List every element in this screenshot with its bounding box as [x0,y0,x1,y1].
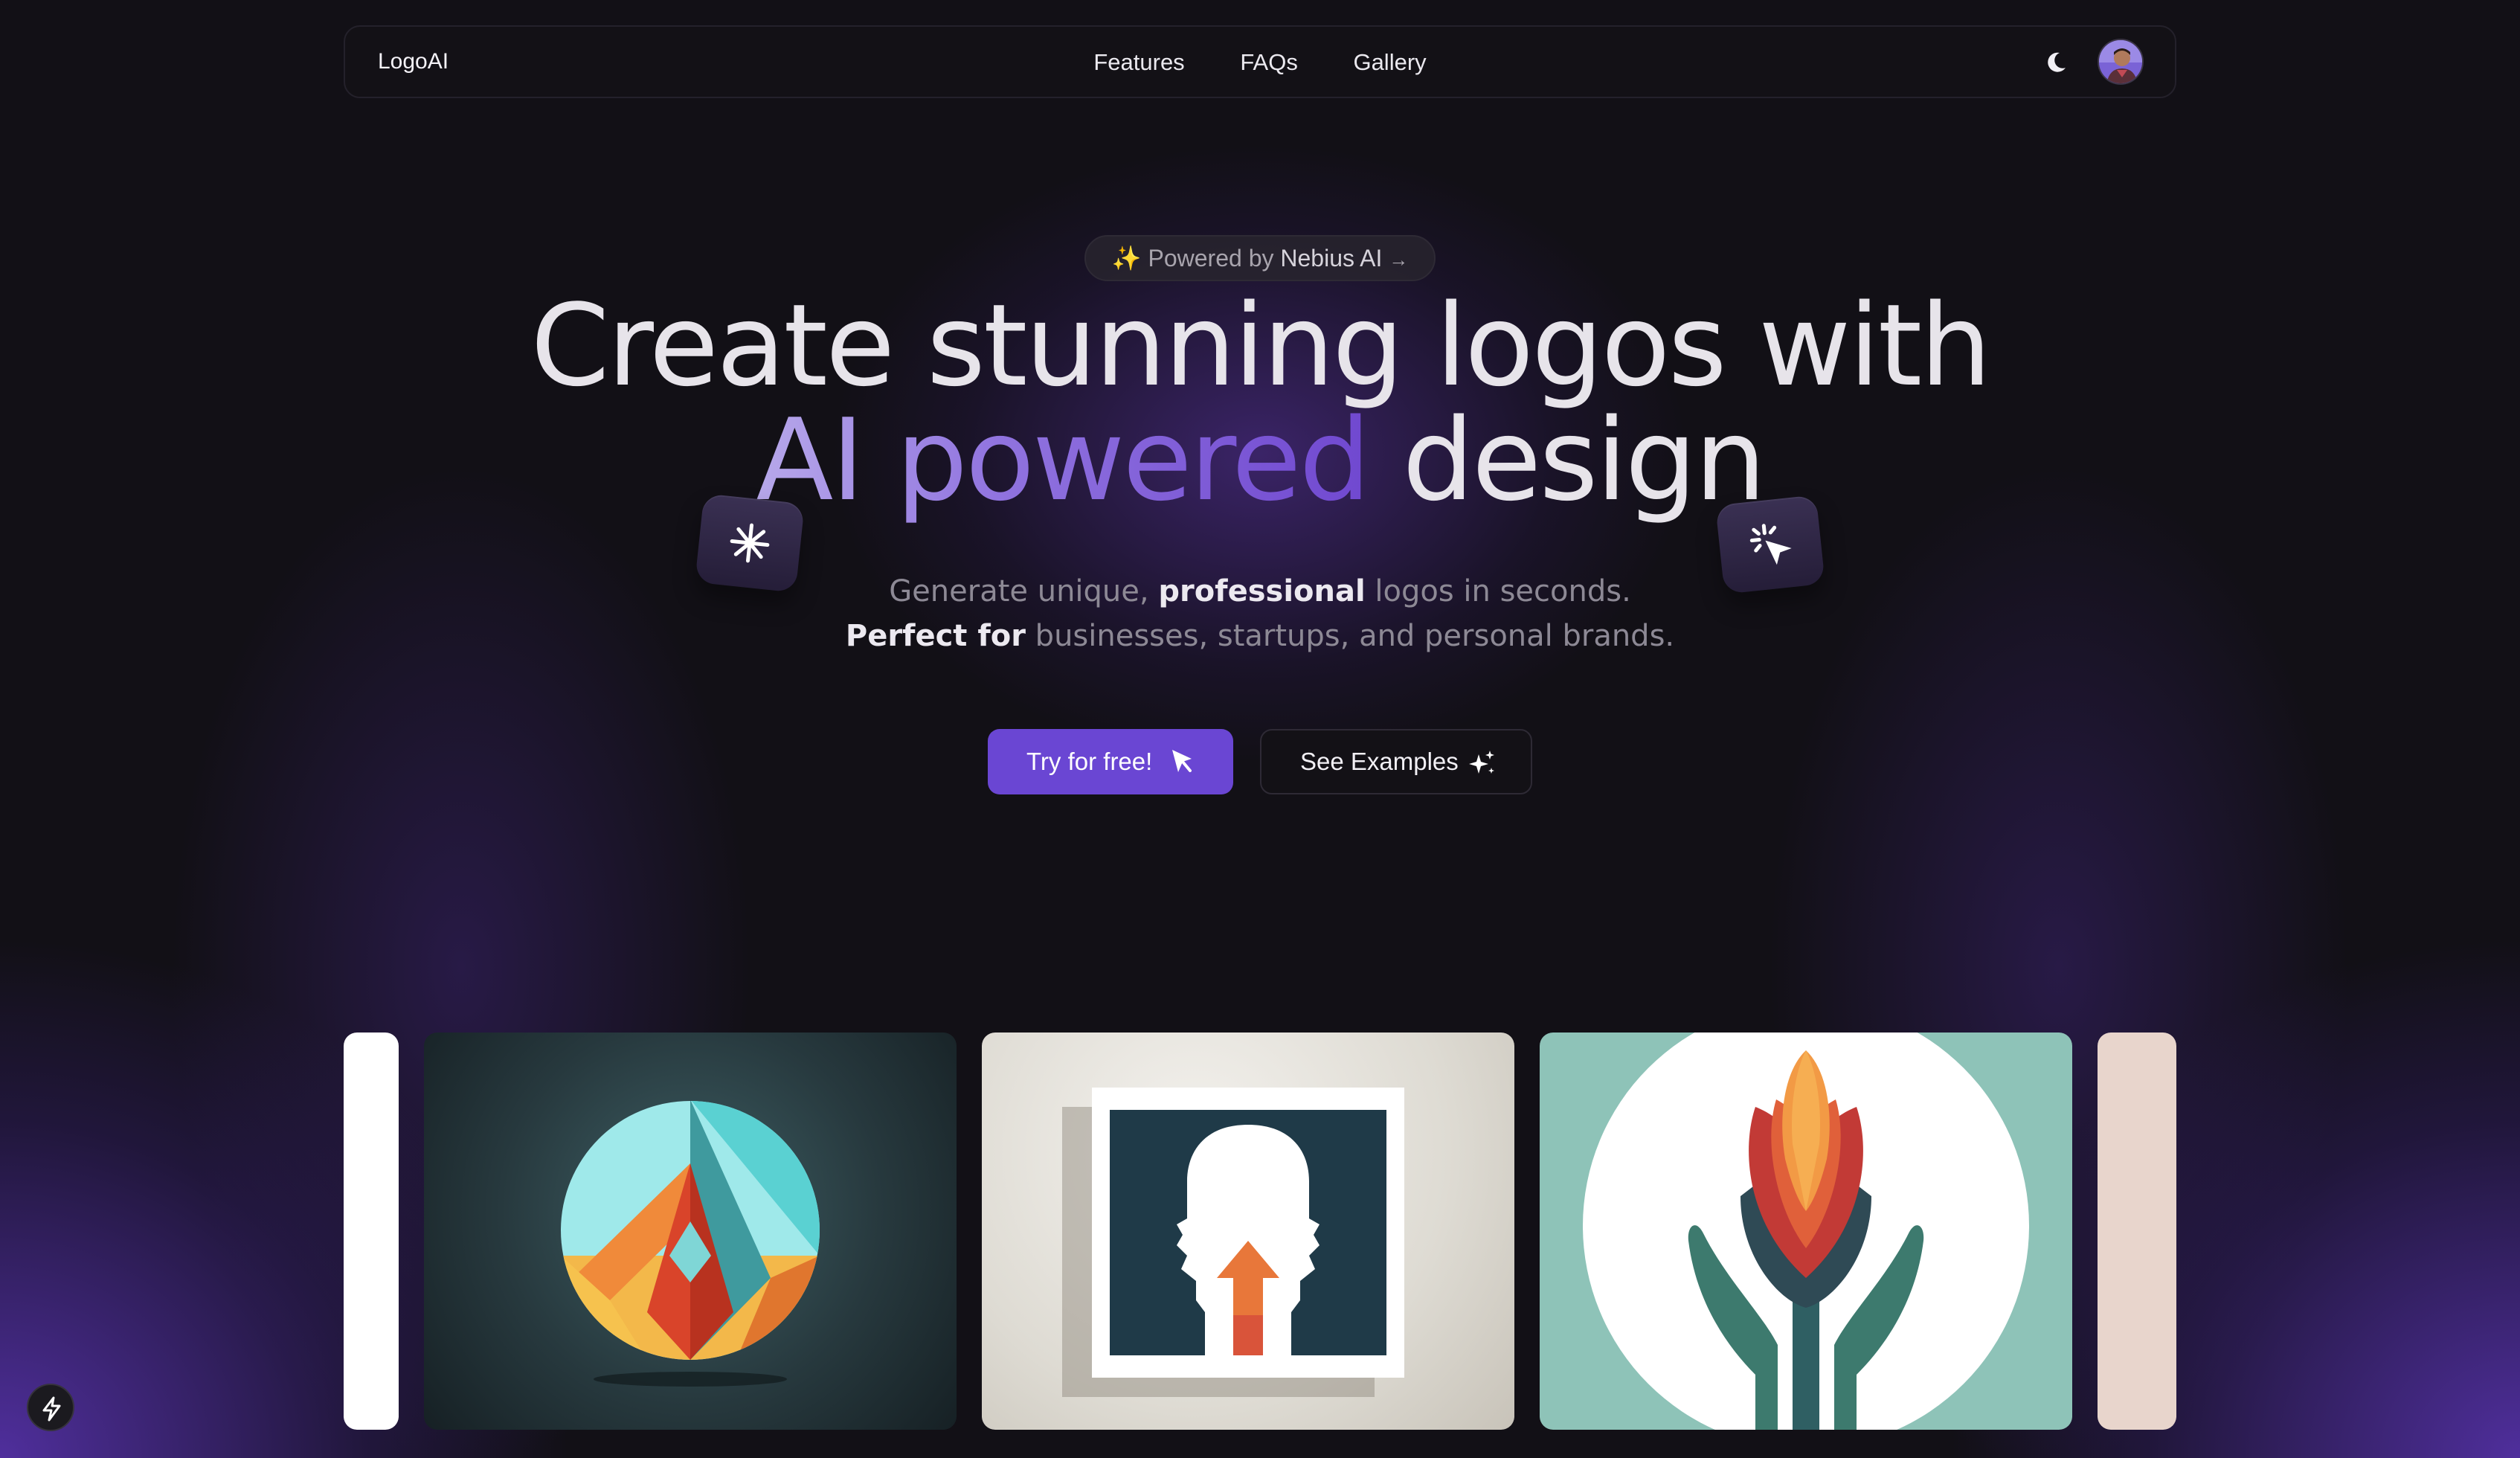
badge-prefix: Powered by [1148,245,1274,272]
hero-subtitle-line2: Perfect for businesses, startups, and pe… [0,619,2520,653]
gallery-card-flower-hands-logo[interactable] [1540,1033,2072,1430]
try-for-free-button[interactable]: Try for free! [988,729,1233,794]
hero-subtitle-line1: Generate unique, professional logos in s… [0,574,2520,608]
sparkle-icon: ✨ [1111,245,1142,272]
see-examples-label: See Examples [1300,748,1459,775]
top-navbar: LogoAI Features FAQs Gallery [344,25,2176,98]
cursor-click-icon [1172,750,1192,772]
see-examples-button[interactable]: See Examples [1260,729,1532,794]
moon-icon[interactable] [2040,46,2072,79]
nav-link-features[interactable]: Features [1093,49,1184,76]
headline-rest: design [1402,394,1766,526]
gallery-card-partial-right[interactable] [2098,1033,2176,1430]
hero-headline-line2: AI powered design [0,394,2520,526]
hero-headline-line1: Create stunning logos with [530,280,1991,411]
nav-links: Features FAQs Gallery [345,49,2175,76]
lightning-bolt-icon[interactable] [27,1384,74,1431]
subtitle-text: logos in seconds. [1375,574,1631,608]
gallery-card-partial-left[interactable] [344,1033,399,1430]
badge-provider: Nebius AI [1280,245,1383,272]
headline-highlight: AI powered [756,394,1371,526]
arrow-right-icon: → [1389,248,1409,271]
sparkles-icon [1469,751,1494,774]
page: LogoAI Features FAQs Gallery ✨ Powered b… [0,0,2520,1458]
subtitle-text: businesses, startups, and personal brand… [1035,619,1675,653]
gallery-card-mountain-circle-logo[interactable] [424,1033,957,1430]
subtitle-emphasis: professional [1158,574,1366,608]
nav-link-faqs[interactable]: FAQs [1240,49,1298,76]
powered-by-badge[interactable]: ✨ Powered by Nebius AI → [1084,235,1436,281]
try-for-free-label: Try for free! [1026,748,1153,775]
subtitle-emphasis: Perfect for [845,619,1026,653]
subtitle-text: Generate unique, [889,574,1149,608]
gallery-card-head-arrow-logo[interactable] [982,1033,1514,1430]
user-avatar[interactable] [2098,39,2144,85]
nav-link-gallery[interactable]: Gallery [1353,49,1426,76]
